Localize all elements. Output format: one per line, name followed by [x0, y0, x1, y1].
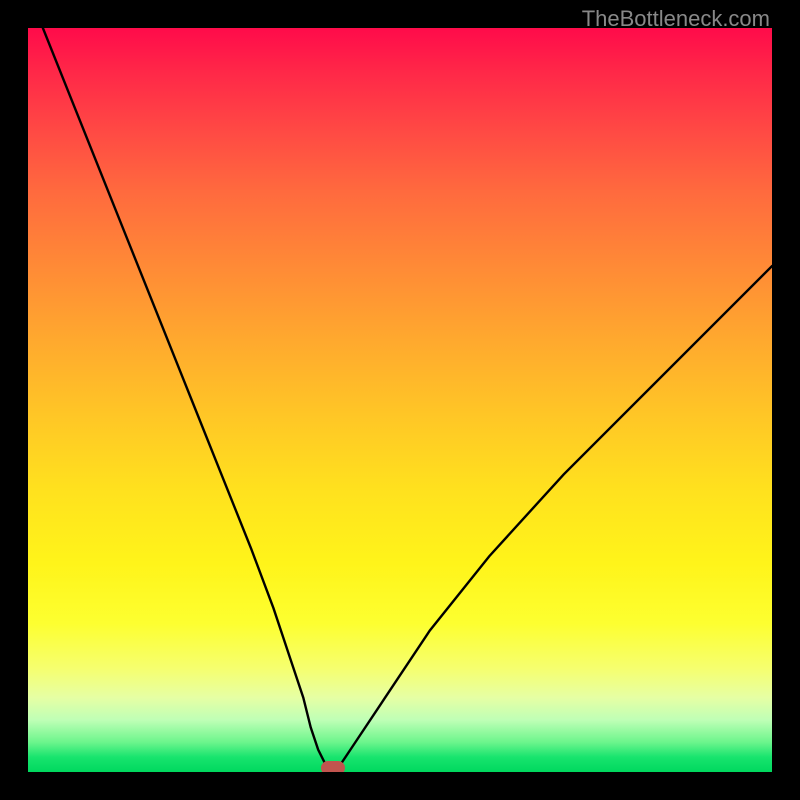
chart-frame: TheBottleneck.com [0, 0, 800, 800]
plot-area [28, 28, 772, 772]
optimal-point-marker [321, 761, 345, 772]
bottleneck-curve [43, 28, 772, 772]
curve-svg [28, 28, 772, 772]
watermark-text: TheBottleneck.com [582, 6, 770, 32]
